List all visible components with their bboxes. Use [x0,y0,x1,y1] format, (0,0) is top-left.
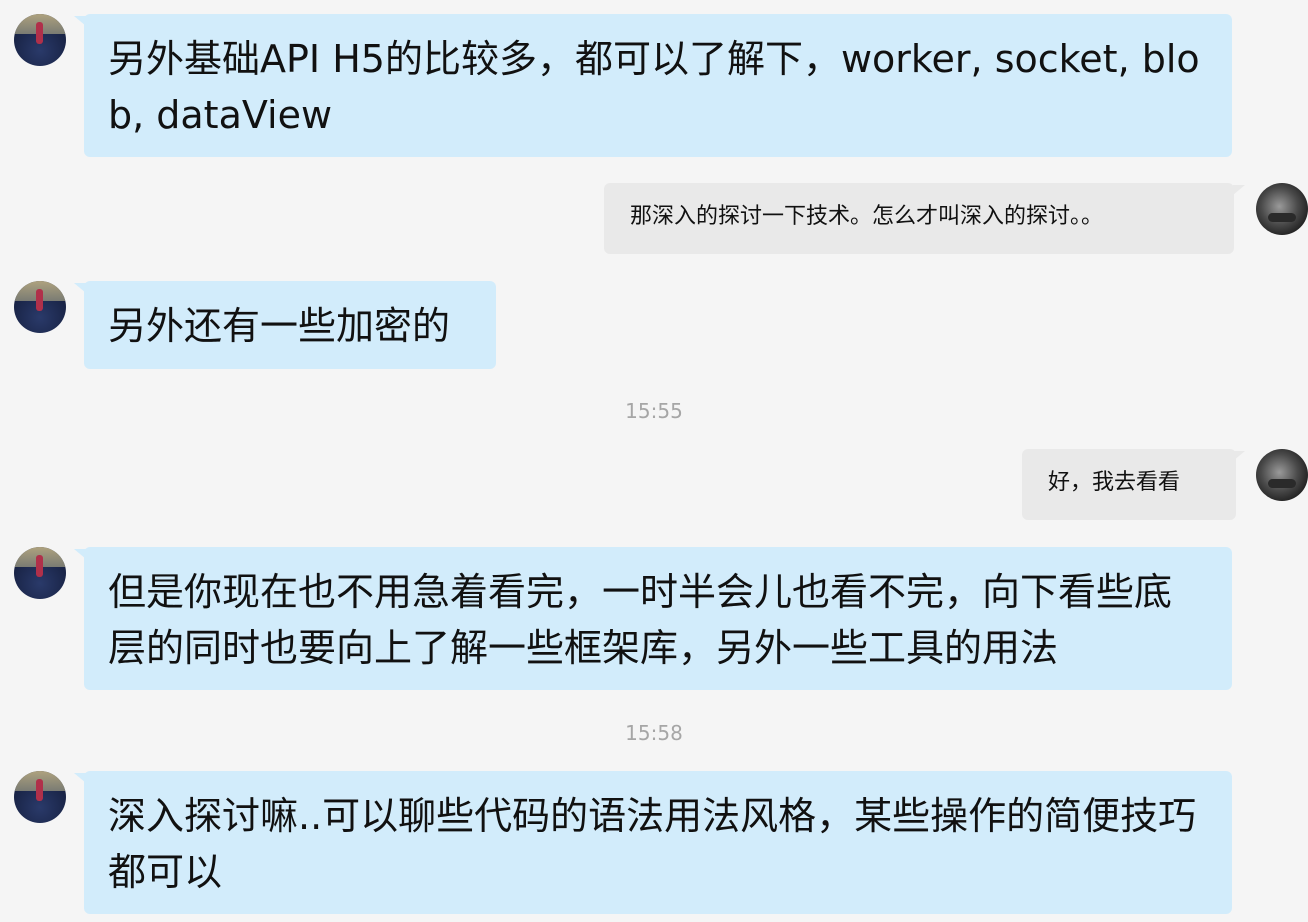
message-text: 另外还有一些加密的 [108,304,451,348]
message-text: 那深入的探讨一下技术。怎么才叫深入的探讨。。 [630,204,1104,229]
message-timestamp: 15:55 [625,399,683,423]
user-avatar[interactable] [1256,449,1308,501]
incoming-message-bubble: 深入探讨嘛..可以聊些代码的语法用法风格，某些操作的简便技巧都可以 [84,771,1232,914]
user-avatar[interactable] [1256,183,1308,235]
outgoing-message-bubble: 那深入的探讨一下技术。怎么才叫深入的探讨。。 [604,183,1234,254]
bubble-tail [1233,185,1245,195]
contact-avatar[interactable] [14,281,66,333]
outgoing-message-bubble: 好，我去看看 [1022,449,1236,520]
incoming-message-bubble: 但是你现在也不用急着看完，一时半会儿也看不完，向下看些底层的同时也要向上了解一些… [84,547,1232,690]
message-text: 另外基础API H5的比较多，都可以了解下，worker, socket, bl… [108,37,1200,137]
message-timestamp: 15:58 [625,721,683,745]
message-text: 深入探讨嘛..可以聊些代码的语法用法风格，某些操作的简便技巧都可以 [108,794,1197,894]
incoming-message-bubble: 另外基础API H5的比较多，都可以了解下，worker, socket, bl… [84,14,1232,157]
contact-avatar[interactable] [14,547,66,599]
contact-avatar[interactable] [14,14,66,66]
incoming-message-bubble: 另外还有一些加密的 [84,281,496,369]
contact-avatar[interactable] [14,771,66,823]
message-text: 但是你现在也不用急着看完，一时半会儿也看不完，向下看些底层的同时也要向上了解一些… [108,570,1173,670]
message-text: 好，我去看看 [1048,470,1181,495]
